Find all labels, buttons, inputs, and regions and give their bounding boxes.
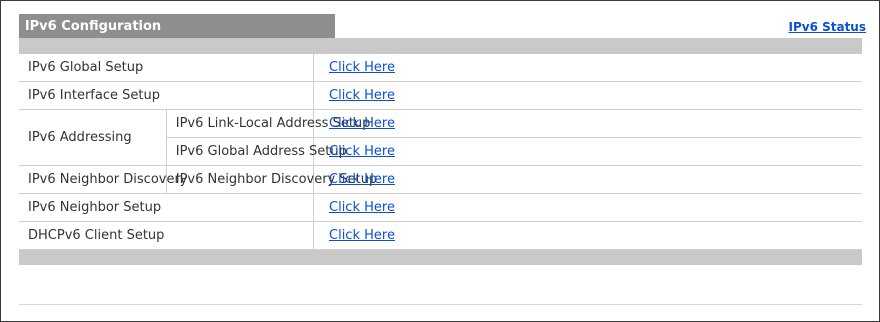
tab-ipv6-configuration[interactable]: IPv6 Configuration (19, 14, 335, 38)
row-link-cell: Click Here (313, 137, 862, 166)
table-row: IPv6 Neighbor Discovery IPv6 Neighbor Di… (19, 165, 862, 194)
table-row: IPv6 Addressing IPv6 Link-Local Address … (19, 109, 862, 166)
click-here-link-neighbor-discovery[interactable]: Click Here (329, 172, 395, 187)
table-row: DHCPv6 Client Setup Click Here (19, 221, 862, 250)
row-link-cell: Click Here (313, 165, 862, 194)
table-row: IPv6 Interface Setup Click Here (19, 81, 862, 110)
table-row: IPv6 Neighbor Setup Click Here (19, 193, 862, 222)
row-link-cell: Click Here (313, 81, 862, 110)
table-footer-bar (19, 250, 862, 265)
row-label: IPv6 Neighbor Setup (19, 193, 314, 222)
click-here-link-link-local-address[interactable]: Click Here (329, 116, 395, 131)
click-here-link-global-setup[interactable]: Click Here (329, 60, 395, 75)
tab-label: IPv6 Configuration (24, 18, 162, 34)
row-label: IPv6 Global Setup (19, 54, 314, 82)
table-row: IPv6 Global Setup Click Here (19, 54, 862, 82)
click-here-link-dhcpv6-client[interactable]: Click Here (329, 228, 395, 243)
config-table-wrap: IPv6 Global Setup Click Here IPv6 Interf… (19, 38, 862, 265)
row-link-cell: Click Here (313, 193, 862, 222)
row-label: DHCPv6 Client Setup (19, 221, 314, 250)
row-link-cell: Click Here (313, 109, 862, 138)
row-label: IPv6 Addressing (19, 109, 167, 166)
table-header-bar (19, 38, 862, 54)
ipv6-status-link[interactable]: IPv6 Status (788, 20, 866, 34)
row-link-cell: Click Here (313, 221, 862, 250)
bottom-divider (19, 304, 862, 305)
row-sublabel: IPv6 Neighbor Discovery Setup (165, 165, 377, 194)
click-here-link-global-address[interactable]: Click Here (329, 144, 395, 159)
config-table: IPv6 Global Setup Click Here IPv6 Interf… (19, 54, 862, 250)
row-link-cell: Click Here (313, 54, 862, 82)
click-here-link-interface-setup[interactable]: Click Here (329, 88, 395, 103)
row-sublabel: IPv6 Global Address Setup (165, 137, 347, 166)
click-here-link-neighbor-setup[interactable]: Click Here (329, 200, 395, 215)
row-label: IPv6 Neighbor Discovery (19, 165, 188, 194)
row-sublabel: IPv6 Link-Local Address Setup (165, 109, 370, 138)
row-label: IPv6 Interface Setup (19, 81, 314, 110)
